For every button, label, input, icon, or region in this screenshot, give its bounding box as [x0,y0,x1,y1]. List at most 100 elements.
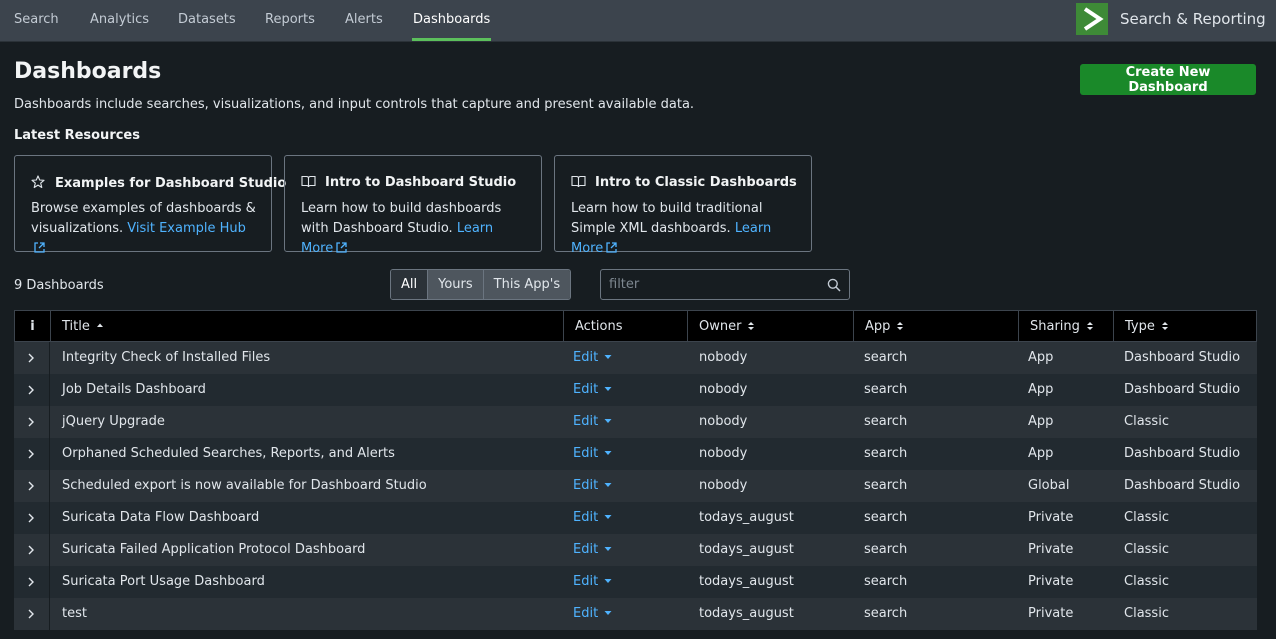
nav-tab-analytics[interactable]: Analytics [90,0,149,41]
type-cell: Dashboard Studio [1124,478,1241,493]
app-title[interactable]: Search & Reporting [1120,0,1266,38]
edit-dropdown[interactable]: Edit [573,374,612,406]
owner-cell: todays_august [699,574,794,589]
card-text: Learn how to build traditional Simple XM… [571,201,763,236]
table-row: Suricata Data Flow Dashboard Edit todays_a… [14,502,1257,534]
type-column-header[interactable]: Type [1113,311,1256,341]
nav-tab-reports[interactable]: Reports [265,0,315,41]
filter-yours-button[interactable]: Yours [427,270,483,299]
nav-tab-dashboards[interactable]: Dashboards [411,0,492,41]
table-row: jQuery Upgrade Edit nobody search App Classic [14,406,1257,438]
expand-row-button[interactable] [14,374,50,406]
table-row: Orphaned Scheduled Searches, Reports, an… [14,438,1257,470]
edit-dropdown[interactable]: Edit [573,534,612,566]
book-icon [571,175,587,192]
sharing-cell: App [1028,350,1054,365]
dashboard-title-link[interactable]: Suricata Data Flow Dashboard [62,502,259,534]
external-link-icon [606,242,617,253]
card-title: Intro to Classic Dashboards [595,175,797,190]
edit-dropdown[interactable]: Edit [573,406,612,438]
table-body: Integrity Check of Installed Files Edit no… [14,342,1257,630]
dashboard-title-link[interactable]: Orphaned Scheduled Searches, Reports, an… [62,438,395,470]
expand-row-button[interactable] [14,566,50,598]
resource-card-intro-classic: Intro to Classic Dashboards Learn how to… [554,155,812,256]
external-link-icon [34,242,45,253]
dashboard-title-link[interactable]: Job Details Dashboard [62,374,206,406]
edit-dropdown[interactable]: Edit [573,566,612,598]
edit-dropdown[interactable]: Edit [573,502,612,534]
sharing-column-header[interactable]: Sharing [1018,311,1113,341]
filter-input[interactable] [601,270,837,299]
expand-row-button[interactable] [14,598,50,630]
edit-dropdown[interactable]: Edit [573,598,612,630]
table-row: Scheduled export is now available for Da… [14,470,1257,502]
filter-all-button[interactable]: All [391,270,428,299]
info-column-header[interactable]: i [15,311,50,341]
type-cell: Classic [1124,510,1169,525]
app-column-header[interactable]: App [853,311,1018,341]
expand-row-button[interactable] [14,342,50,374]
app-cell: search [864,446,908,461]
owner-column-header[interactable]: Owner [687,311,853,341]
app-logo-icon[interactable] [1076,3,1108,35]
nav-tab-datasets[interactable]: Datasets [178,0,236,41]
edit-dropdown[interactable]: Edit [573,342,612,374]
owner-cell: todays_august [699,606,794,621]
owner-cell: nobody [699,478,748,493]
sharing-cell: App [1028,414,1054,429]
dashboard-title-link[interactable]: Integrity Check of Installed Files [62,342,270,374]
chevron-right-icon [28,545,34,555]
edit-dropdown[interactable]: Edit [573,438,612,470]
dashboard-title-link[interactable]: test [62,598,87,630]
chevron-right-icon [28,481,34,491]
owner-cell: nobody [699,350,748,365]
dashboard-title-link[interactable]: jQuery Upgrade [62,406,165,438]
sharing-cell: Private [1028,542,1074,557]
create-new-dashboard-button[interactable]: Create New Dashboard [1080,64,1256,95]
expand-row-button[interactable] [14,438,50,470]
latest-resources-heading: Latest Resources [14,128,140,143]
sort-ascending-icon [96,323,103,327]
chevron-right-icon [28,577,34,587]
title-column-header[interactable]: Title [50,311,563,341]
sharing-cell: App [1028,382,1054,397]
expand-row-button[interactable] [14,502,50,534]
expand-row-button[interactable] [14,470,50,502]
app-cell: search [864,478,908,493]
app-cell: search [864,574,908,589]
search-icon[interactable] [827,278,841,292]
dashboards-table: i Title Actions Owner App Sharing Type I… [14,310,1257,630]
type-cell: Dashboard Studio [1124,446,1241,461]
sharing-cell: Private [1028,606,1074,621]
app-cell: search [864,606,908,621]
owner-cell: nobody [699,414,748,429]
dashboard-title-link[interactable]: Suricata Port Usage Dashboard [62,566,265,598]
chevron-right-icon [28,385,34,395]
dashboard-title-link[interactable]: Scheduled export is now available for Da… [62,470,427,502]
dashboard-title-link[interactable]: Suricata Failed Application Protocol Das… [62,534,365,566]
table-row: test Edit todays_august search Private Classi… [14,598,1257,630]
table-header: i Title Actions Owner App Sharing Type [14,310,1257,342]
expand-row-button[interactable] [14,534,50,566]
page-description: Dashboards include searches, visualizati… [14,97,695,112]
sort-icon [897,322,904,330]
caret-down-icon [604,451,612,455]
table-row: Suricata Port Usage Dashboard Edit todays_… [14,566,1257,598]
sharing-cell: Private [1028,574,1074,589]
chevron-right-icon [28,449,34,459]
expand-row-button[interactable] [14,406,50,438]
type-cell: Classic [1124,574,1169,589]
resource-card-examples: Examples for Dashboard Studio Browse exa… [14,155,286,253]
caret-down-icon [604,355,612,359]
table-row: Suricata Failed Application Protocol Das… [14,534,1257,566]
caret-down-icon [604,483,612,487]
top-nav: Search Analytics Datasets Reports Alerts… [0,0,1276,42]
edit-dropdown[interactable]: Edit [573,470,612,502]
filter-this-app-button[interactable]: This App's [482,270,571,299]
sharing-cell: App [1028,446,1054,461]
star-icon [31,175,47,193]
nav-tab-alerts[interactable]: Alerts [345,0,383,41]
caret-down-icon [604,579,612,583]
ownership-filter-group: All Yours This App's [390,269,572,300]
nav-tab-search[interactable]: Search [14,0,59,41]
